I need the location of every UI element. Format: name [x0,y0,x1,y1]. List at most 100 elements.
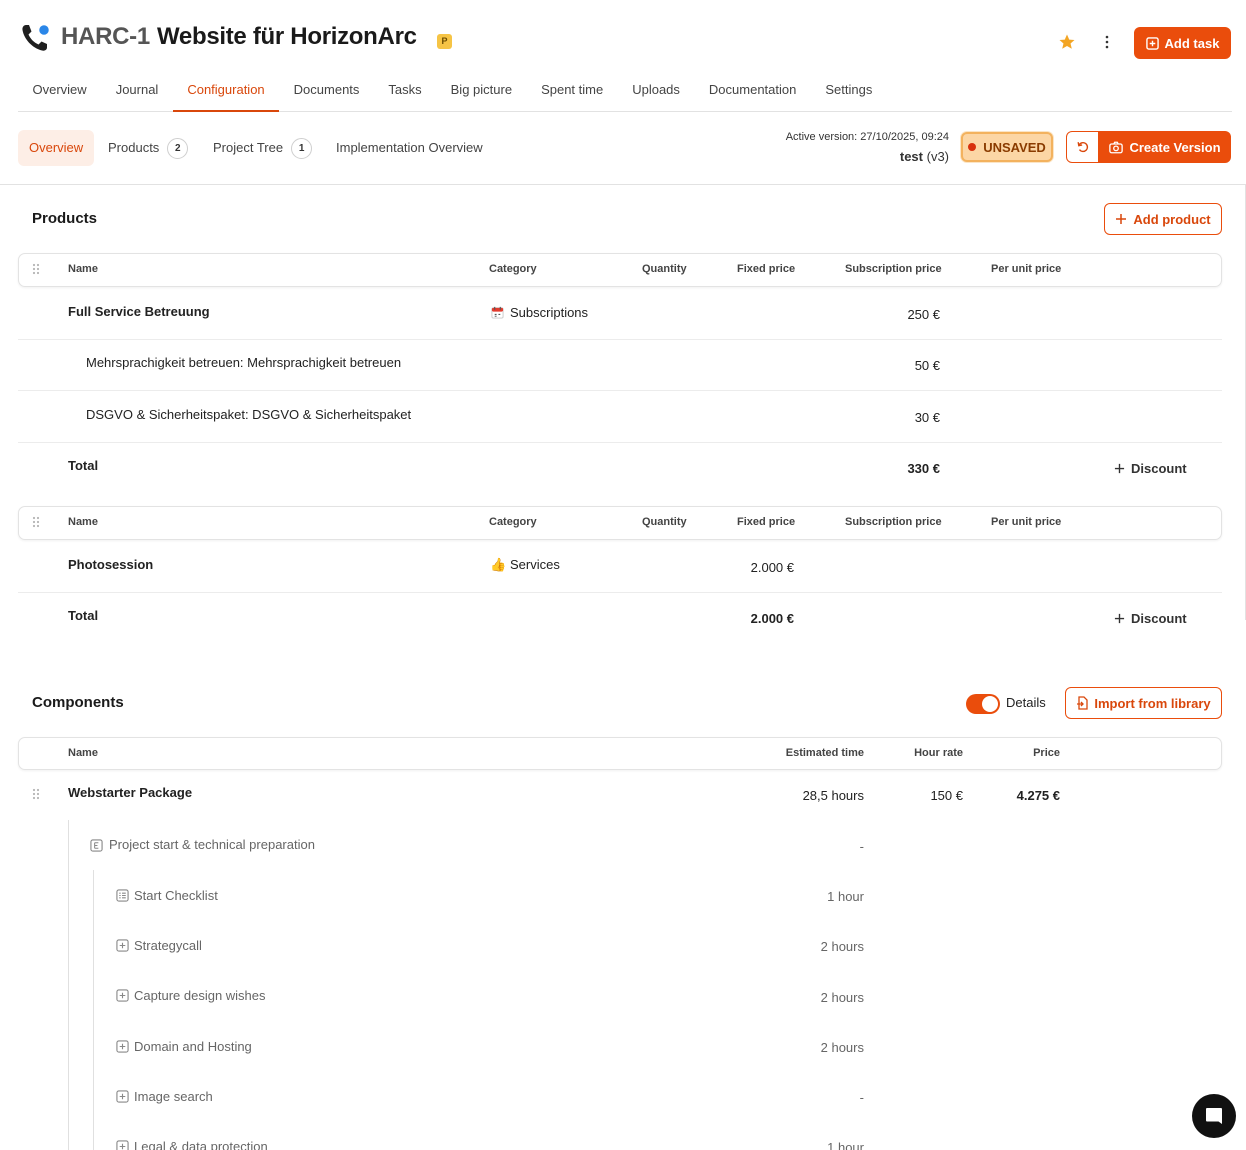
col-name: Name [68,516,98,528]
plus-icon [1114,613,1125,624]
discount-button[interactable]: Discount [1114,461,1187,476]
task-time: - [859,1090,864,1105]
task-name[interactable]: Image search [134,1089,213,1104]
package-name[interactable]: Webstarter Package [68,785,192,800]
active-version-label: Active version: [785,131,858,143]
tab-journal[interactable]: Journal [101,72,173,112]
task-time: 2 hours [820,1040,864,1055]
toggle-knob [982,696,998,712]
subtab-products[interactable]: Products 2 [108,130,189,166]
task-name[interactable]: Domain and Hosting [134,1039,252,1054]
page-title: Website für HorizonArc [157,23,417,50]
task-time: 1 hour [827,1140,864,1150]
tab-settings[interactable]: Settings [811,72,887,112]
product-option-price: 30 € [914,410,940,425]
unsaved-status-badge: UNSAVED [961,132,1053,162]
tab-overview[interactable]: Overview [18,72,101,112]
col-price: Price [1033,747,1060,759]
row-divider [18,592,1222,593]
drag-handle-icon[interactable] [32,263,40,275]
tab-uploads[interactable]: Uploads [618,72,695,112]
chat-widget-button[interactable] [1192,1094,1236,1138]
product-subscription-price: 250 € [907,307,940,322]
total-value: 2.000 € [750,611,794,626]
task-icon [116,1040,129,1053]
project-tree-count-badge: 1 [291,137,313,159]
subtab-project-tree[interactable]: Project Tree 1 [213,130,313,166]
add-task-button[interactable]: Add task [1134,27,1231,59]
calendar-icon [491,306,504,319]
col-fixed-price: Fixed price [737,516,796,528]
task-icon [116,939,129,952]
epic-name[interactable]: Project start & technical preparation [109,837,315,852]
import-file-icon [1077,696,1088,710]
product-fixed-price: 2.000 € [750,560,794,575]
phone-icon [20,22,52,54]
task-name[interactable]: Legal & data protection [134,1139,268,1150]
tab-documents[interactable]: Documents [279,72,374,112]
product-option-name[interactable]: DSGVO & Sicherheitspaket: DSGVO & Sicher… [86,407,411,422]
task-icon [116,989,129,1002]
task-time: 2 hours [820,939,864,954]
tab-tasks[interactable]: Tasks [374,72,436,112]
favorite-star-icon[interactable] [1058,33,1076,51]
task-name[interactable]: Capture design wishes [134,988,266,1003]
task-name[interactable]: Start Checklist [134,888,218,903]
col-per-unit-price: Per unit price [991,263,1062,275]
import-from-library-button[interactable]: Import from library [1065,687,1222,719]
import-label: Import from library [1094,695,1211,711]
subheader-divider [0,184,1246,185]
product-option-price: 50 € [914,358,940,373]
package-rate: 150 € [930,788,963,803]
package-time: 28,5 hours [802,788,864,803]
products-section-title: Products [32,210,98,227]
details-label: Details [1006,695,1046,710]
more-menu-icon[interactable] [1104,35,1110,49]
subtab-products-label: Products [108,140,160,155]
total-value: 330 € [907,461,940,476]
product-category: Services [510,557,560,572]
tab-configuration[interactable]: Configuration [172,72,280,112]
epic-time: - [859,839,864,854]
col-name: Name [68,747,98,759]
status-dot-icon [968,143,977,151]
tab-big-picture[interactable]: Big picture [436,72,526,112]
drag-handle-icon[interactable] [32,788,40,800]
subtab-overview[interactable]: Overview [18,130,95,166]
product-name[interactable]: Photosession [68,557,153,572]
components-section-title: Components [32,694,124,711]
revert-button[interactable] [1066,131,1099,163]
row-divider [18,390,1222,391]
subtab-implementation-overview[interactable]: Implementation Overview [336,130,483,166]
version-name-label: test [899,149,923,164]
main-tab-bar: Overview Journal Configuration Documents… [18,72,1232,112]
col-category: Category [489,263,537,275]
version-tag: (v3) [926,149,949,164]
col-subscription-price: Subscription price [845,263,942,275]
total-label: Total [68,608,99,623]
tab-documentation[interactable]: Documentation [694,72,810,112]
row-divider [18,339,1222,340]
camera-icon [1109,141,1124,153]
products-count-badge: 2 [167,137,189,159]
tree-guide-line [68,820,69,1150]
col-subscription-price: Subscription price [845,516,942,528]
version-name: test (v3) [700,149,949,164]
add-square-icon [1145,36,1159,50]
product-option-name[interactable]: Mehrsprachigkeit betreuen: Mehrsprachigk… [86,355,401,370]
subtab-implementation-label: Implementation Overview [336,140,483,155]
tab-spent-time[interactable]: Spent time [527,72,618,112]
plus-icon [1116,214,1127,224]
add-task-label: Add task [1164,35,1220,51]
subtab-project-tree-label: Project Tree [213,140,284,155]
discount-label: Discount [1131,611,1187,626]
drag-handle-icon[interactable] [32,516,40,528]
details-toggle[interactable] [966,694,1000,714]
product-name[interactable]: Full Service Betreuung [68,304,210,319]
col-per-unit-price: Per unit price [991,516,1062,528]
discount-button[interactable]: Discount [1114,611,1187,626]
create-version-button[interactable]: Create Version [1099,131,1231,163]
add-product-button[interactable]: Add product [1104,203,1222,235]
product-category: Subscriptions [510,305,589,320]
task-name[interactable]: Strategycall [134,938,202,953]
